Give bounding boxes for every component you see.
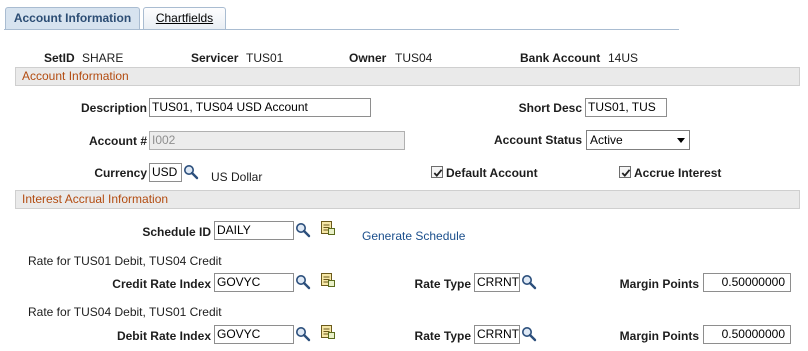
debit-rate-index-input[interactable]: GOVYC	[214, 325, 294, 344]
debit-rate-type-label: Rate Type	[414, 329, 471, 343]
tab-underline	[4, 29, 679, 30]
servicer-label: Servicer	[191, 51, 239, 65]
credit-rate-type-label: Rate Type	[414, 277, 471, 291]
tab-label: Account Information	[13, 11, 132, 25]
schedule-id-input[interactable]: DAILY	[214, 221, 294, 240]
credit-rate-type-input[interactable]: CRRNT	[474, 273, 520, 292]
short-desc-label: Short Desc	[518, 101, 582, 115]
setid-label: SetID	[44, 51, 75, 65]
debit-margin-points-input[interactable]: 0.50000000	[703, 325, 791, 344]
credit-rate-index-label: Credit Rate Index	[112, 277, 211, 291]
description-input[interactable]: TUS01, TUS04 USD Account	[149, 98, 371, 117]
short-desc-input[interactable]: TUS01, TUS	[585, 98, 667, 117]
interest-accrual-section-header: Interest Accrual Information	[15, 190, 800, 209]
currency-label: Currency	[94, 166, 147, 180]
accrue-interest-checkbox[interactable]	[619, 166, 631, 178]
credit-margin-points-input[interactable]: 0.50000000	[703, 273, 791, 292]
account-number-input: I002	[149, 131, 405, 150]
credit-rate-heading: Rate for TUS01 Debit, TUS04 Credit	[28, 254, 222, 268]
setid-value: SHARE	[82, 51, 124, 65]
section-title: Interest Accrual Information	[22, 192, 169, 206]
tab-label: Chartfields	[155, 11, 214, 25]
debit-rate-index-label: Debit Rate Index	[116, 329, 211, 343]
magnifier-icon[interactable]	[295, 326, 311, 345]
debit-rate-heading: Rate for TUS04 Debit, TUS01 Credit	[28, 305, 222, 319]
section-title: Account Information	[22, 69, 129, 83]
currency-input[interactable]: USD	[149, 163, 182, 182]
credit-margin-points-label: Margin Points	[619, 277, 699, 291]
generate-schedule-link[interactable]: Generate Schedule	[362, 229, 465, 243]
currency-description: US Dollar	[211, 170, 263, 184]
account-status-value: Active	[590, 133, 623, 147]
magnifier-icon[interactable]	[295, 274, 311, 293]
detail-page-icon[interactable]	[320, 324, 336, 343]
debit-margin-points-label: Margin Points	[619, 329, 699, 343]
owner-value: TUS04	[395, 51, 433, 65]
magnifier-icon[interactable]	[521, 274, 537, 293]
detail-page-icon[interactable]	[320, 272, 336, 291]
magnifier-icon[interactable]	[295, 222, 311, 241]
debit-rate-type-input[interactable]: CRRNT	[474, 325, 520, 344]
tab-chartfields[interactable]: Chartfields	[143, 7, 226, 29]
credit-rate-index-input[interactable]: GOVYC	[214, 273, 294, 292]
magnifier-icon[interactable]	[183, 164, 199, 183]
detail-page-icon[interactable]	[320, 220, 336, 239]
account-information-section-header: Account Information	[15, 67, 800, 86]
chevron-down-icon	[677, 138, 685, 143]
bank-account-value: 14US	[608, 51, 639, 65]
servicer-value: TUS01	[246, 51, 284, 65]
account-status-select[interactable]: Active	[586, 130, 690, 150]
account-number-label: Account #	[88, 134, 147, 148]
owner-label: Owner	[349, 51, 387, 65]
description-label: Description	[80, 101, 147, 115]
default-account-label: Default Account	[446, 166, 538, 180]
accrue-interest-label: Accrue Interest	[634, 166, 722, 180]
schedule-id-label: Schedule ID	[142, 225, 211, 239]
default-account-checkbox[interactable]	[431, 166, 443, 178]
account-status-label: Account Status	[493, 133, 582, 147]
bank-account-label: Bank Account	[520, 51, 601, 65]
tab-account-information[interactable]: Account Information	[5, 7, 140, 30]
magnifier-icon[interactable]	[521, 326, 537, 345]
